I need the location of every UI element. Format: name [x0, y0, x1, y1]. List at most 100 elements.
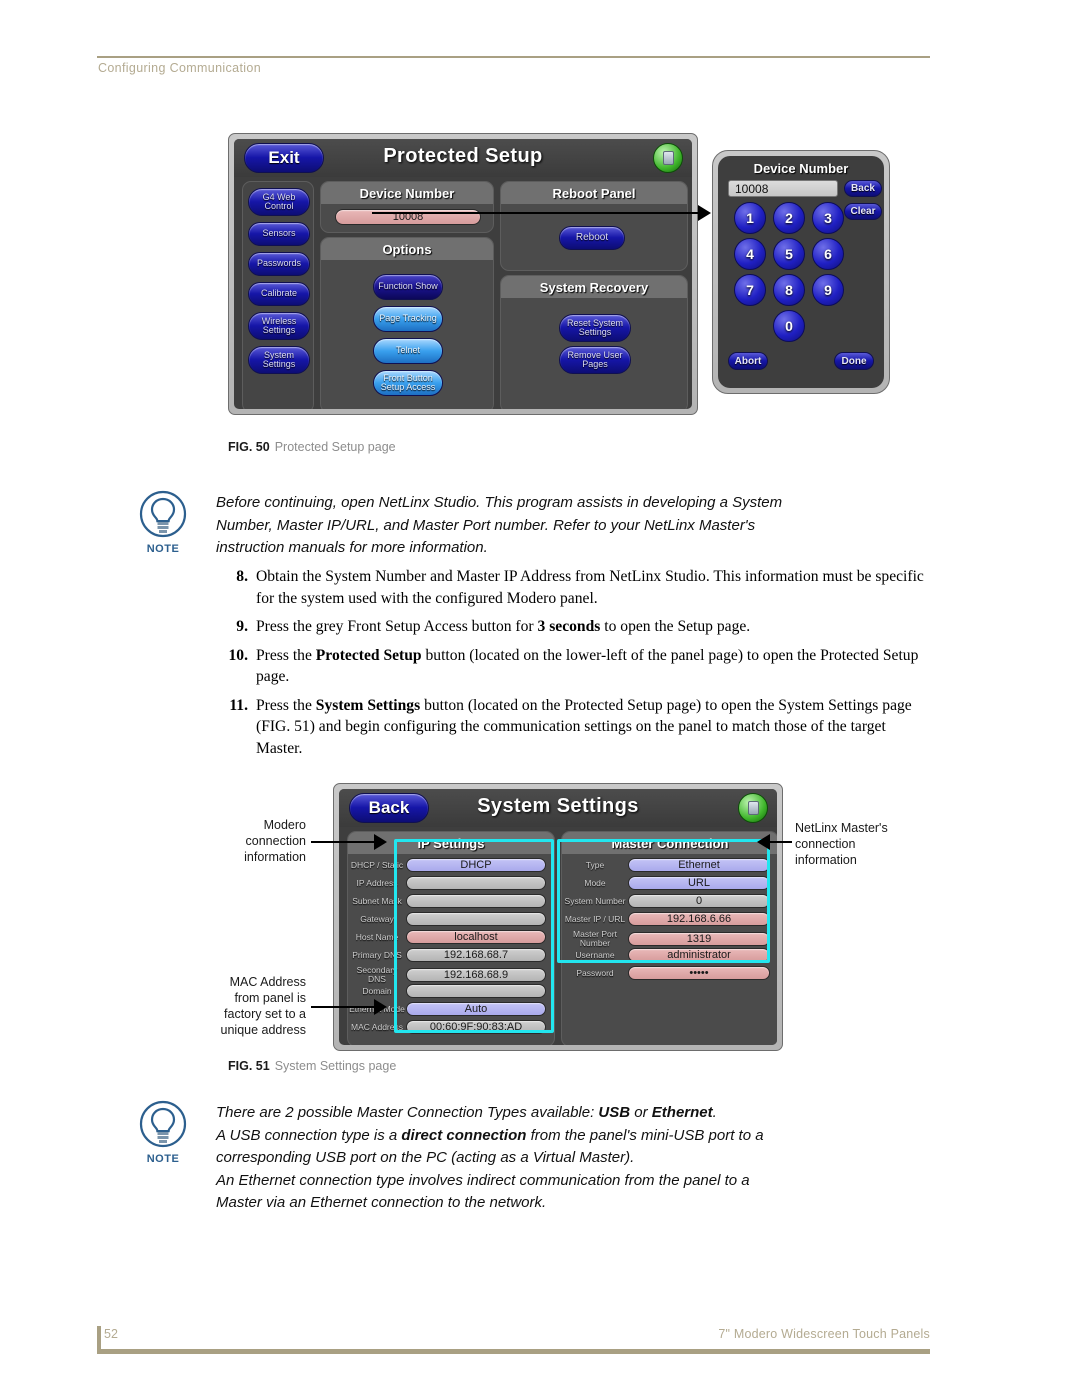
device-number-group: Device Number 10008 [320, 181, 494, 233]
step-text: Press the grey Front Setup Access button… [256, 618, 751, 635]
options-button-telnet[interactable]: Telnet [373, 338, 443, 364]
note1-line-1: Before continuing, open NetLinx Studio. … [216, 494, 783, 511]
mc-row-value[interactable]: ••••• [628, 966, 770, 980]
fig51-left-bottom-arrow [374, 999, 387, 1015]
note-icon-label-2: NOTE [146, 1153, 180, 1165]
fig50-leader-line [372, 212, 702, 214]
figure-51-caption-text: System Settings page [274, 1059, 397, 1073]
device-number-keypad-panel: Device Number 10008 Back Clear 1 2 3 4 5… [712, 150, 890, 394]
step-text: Obtain the System Number and Master IP A… [256, 568, 924, 607]
sidebar-button-calibrate[interactable]: Calibrate [248, 282, 310, 306]
system-recovery-group-title: System Recovery [501, 276, 687, 298]
figure-51-caption-label: FIG. 51 [228, 1059, 270, 1073]
step-text: Press the Protected Setup button (locate… [256, 646, 919, 686]
keypad-title: Device Number [753, 161, 849, 176]
note2-line-1: There are 2 possible Master Connection T… [216, 1104, 717, 1121]
system-recovery-group: System Recovery Reset System Settings Re… [500, 275, 688, 409]
options-group: Options Function Show Page Tracking Teln… [320, 237, 494, 409]
step-text: Press the System Settings button (locate… [256, 696, 912, 757]
keypad-digit-9[interactable]: 9 [812, 274, 844, 306]
sidebar-button-system-settings[interactable]: System Settings [248, 346, 310, 374]
fig51-left-top-arrow [374, 834, 387, 850]
remove-user-pages-button[interactable]: Remove User Pages [559, 346, 631, 374]
keypad-digit-7[interactable]: 7 [734, 274, 766, 306]
protected-setup-panel: Exit Protected Setup G4 Web Control Sens… [228, 133, 698, 415]
sidebar-button-g4-web-control[interactable]: G4 Web Control [248, 188, 310, 216]
note-icon-label-1: NOTE [146, 543, 180, 555]
reboot-panel-group-title: Reboot Panel [501, 182, 687, 204]
note2-line-3: corresponding USB port on the PC (acting… [216, 1149, 635, 1166]
fig51-right-arrow [757, 834, 770, 850]
step-item: 8. Obtain the System Number and Master I… [218, 566, 930, 609]
options-button-page-tracking[interactable]: Page Tracking [373, 306, 443, 332]
figure-51-caption: FIG. 51 System Settings page [228, 1059, 396, 1073]
note-icon-2: NOTE [133, 1100, 193, 1165]
sidebar-button-passwords[interactable]: Passwords [248, 252, 310, 276]
sidebar-button-sensors[interactable]: Sensors [248, 222, 310, 246]
options-group-title: Options [321, 238, 493, 260]
sidebar-button-wireless-settings[interactable]: Wireless Settings [248, 312, 310, 340]
note-text-1: Before continuing, open NetLinx Studio. … [216, 492, 936, 560]
footer-page-number: 52 [104, 1327, 118, 1341]
device-number-group-title: Device Number [321, 182, 493, 204]
lock-shackle [662, 151, 674, 165]
footer-tick [97, 1326, 101, 1350]
fig51-left-bottom-leader [311, 1006, 375, 1008]
lightbulb-icon [139, 490, 187, 538]
lock-icon[interactable] [738, 793, 768, 823]
options-button-front-button-setup-access[interactable]: Front Button Setup Access [373, 370, 443, 396]
fig51-left-top-leader [311, 841, 375, 843]
annotation-modero-connection: Modero connection information [244, 818, 306, 864]
protected-setup-title: Protected Setup [383, 145, 543, 167]
master-connection-highlight [557, 839, 770, 963]
figure-50-caption-text: Protected Setup page [274, 440, 396, 454]
keypad-back-button[interactable]: Back [844, 180, 882, 197]
step-item: 9. Press the grey Front Setup Access but… [218, 616, 930, 638]
system-settings-title: System Settings [477, 795, 639, 817]
keypad-digit-4[interactable]: 4 [734, 238, 766, 270]
annotation-mac-address: MAC Address from panel is factory set to… [220, 975, 306, 1037]
reboot-button[interactable]: Reboot [559, 226, 625, 250]
reset-system-settings-button[interactable]: Reset System Settings [559, 314, 631, 342]
step-number: 9. [236, 618, 248, 635]
header-rule [97, 56, 930, 58]
lightbulb-icon [139, 1100, 187, 1148]
note2-line-5: Master via an Ethernet connection to the… [216, 1194, 547, 1211]
keypad-digit-3[interactable]: 3 [812, 202, 844, 234]
note2-line-2: A USB connection type is a direct connec… [216, 1126, 764, 1144]
keypad-clear-button[interactable]: Clear [844, 203, 882, 220]
keypad-digit-5[interactable]: 5 [773, 238, 805, 270]
running-head: Configuring Communication [98, 61, 261, 75]
keypad-digit-0[interactable]: 0 [773, 310, 805, 342]
keypad-digit-6[interactable]: 6 [812, 238, 844, 270]
mc-row-label: Password [576, 967, 614, 978]
fig50-leader-arrow [698, 205, 711, 221]
fig51-right-leader [770, 841, 792, 843]
keypad-abort-button[interactable]: Abort [728, 352, 768, 370]
protected-setup-sidebar: G4 Web Control Sensors Passwords Calibra… [242, 181, 314, 409]
step-number: 8. [236, 568, 248, 585]
step-number: 11. [229, 696, 248, 714]
note-icon-1: NOTE [133, 490, 193, 555]
footer-doc-title: 7" Modero Widescreen Touch Panels [718, 1327, 930, 1341]
keypad-done-button[interactable]: Done [834, 352, 874, 370]
reboot-panel-group: Reboot Panel Reboot [500, 181, 688, 271]
figure-50-caption-label: FIG. 50 [228, 440, 270, 454]
steps-list: 8. Obtain the System Number and Master I… [218, 566, 930, 766]
keypad-value-field[interactable]: 10008 [728, 180, 838, 197]
master-connection-row: Password ••••• [562, 966, 777, 980]
ip-settings-highlight [394, 839, 554, 1033]
protected-setup-screen: Exit Protected Setup G4 Web Control Sens… [234, 139, 692, 409]
keypad-digit-1[interactable]: 1 [734, 202, 766, 234]
device-number-keypad-screen: Device Number 10008 Back Clear 1 2 3 4 5… [718, 156, 884, 388]
keypad-digit-8[interactable]: 8 [773, 274, 805, 306]
annotation-netlinx-master: NetLinx Master's connection information [795, 821, 888, 867]
figure-50-caption: FIG. 50 Protected Setup page [228, 440, 396, 454]
options-button-function-show[interactable]: Function Show [373, 274, 443, 300]
step-number: 10. [228, 646, 249, 664]
note1-line-2: Number, Master IP/URL, and Master Port n… [216, 516, 756, 534]
note-text-2: There are 2 possible Master Connection T… [216, 1102, 936, 1215]
footer-rule [97, 1349, 930, 1354]
keypad-digit-2[interactable]: 2 [773, 202, 805, 234]
lock-icon[interactable] [653, 143, 683, 173]
